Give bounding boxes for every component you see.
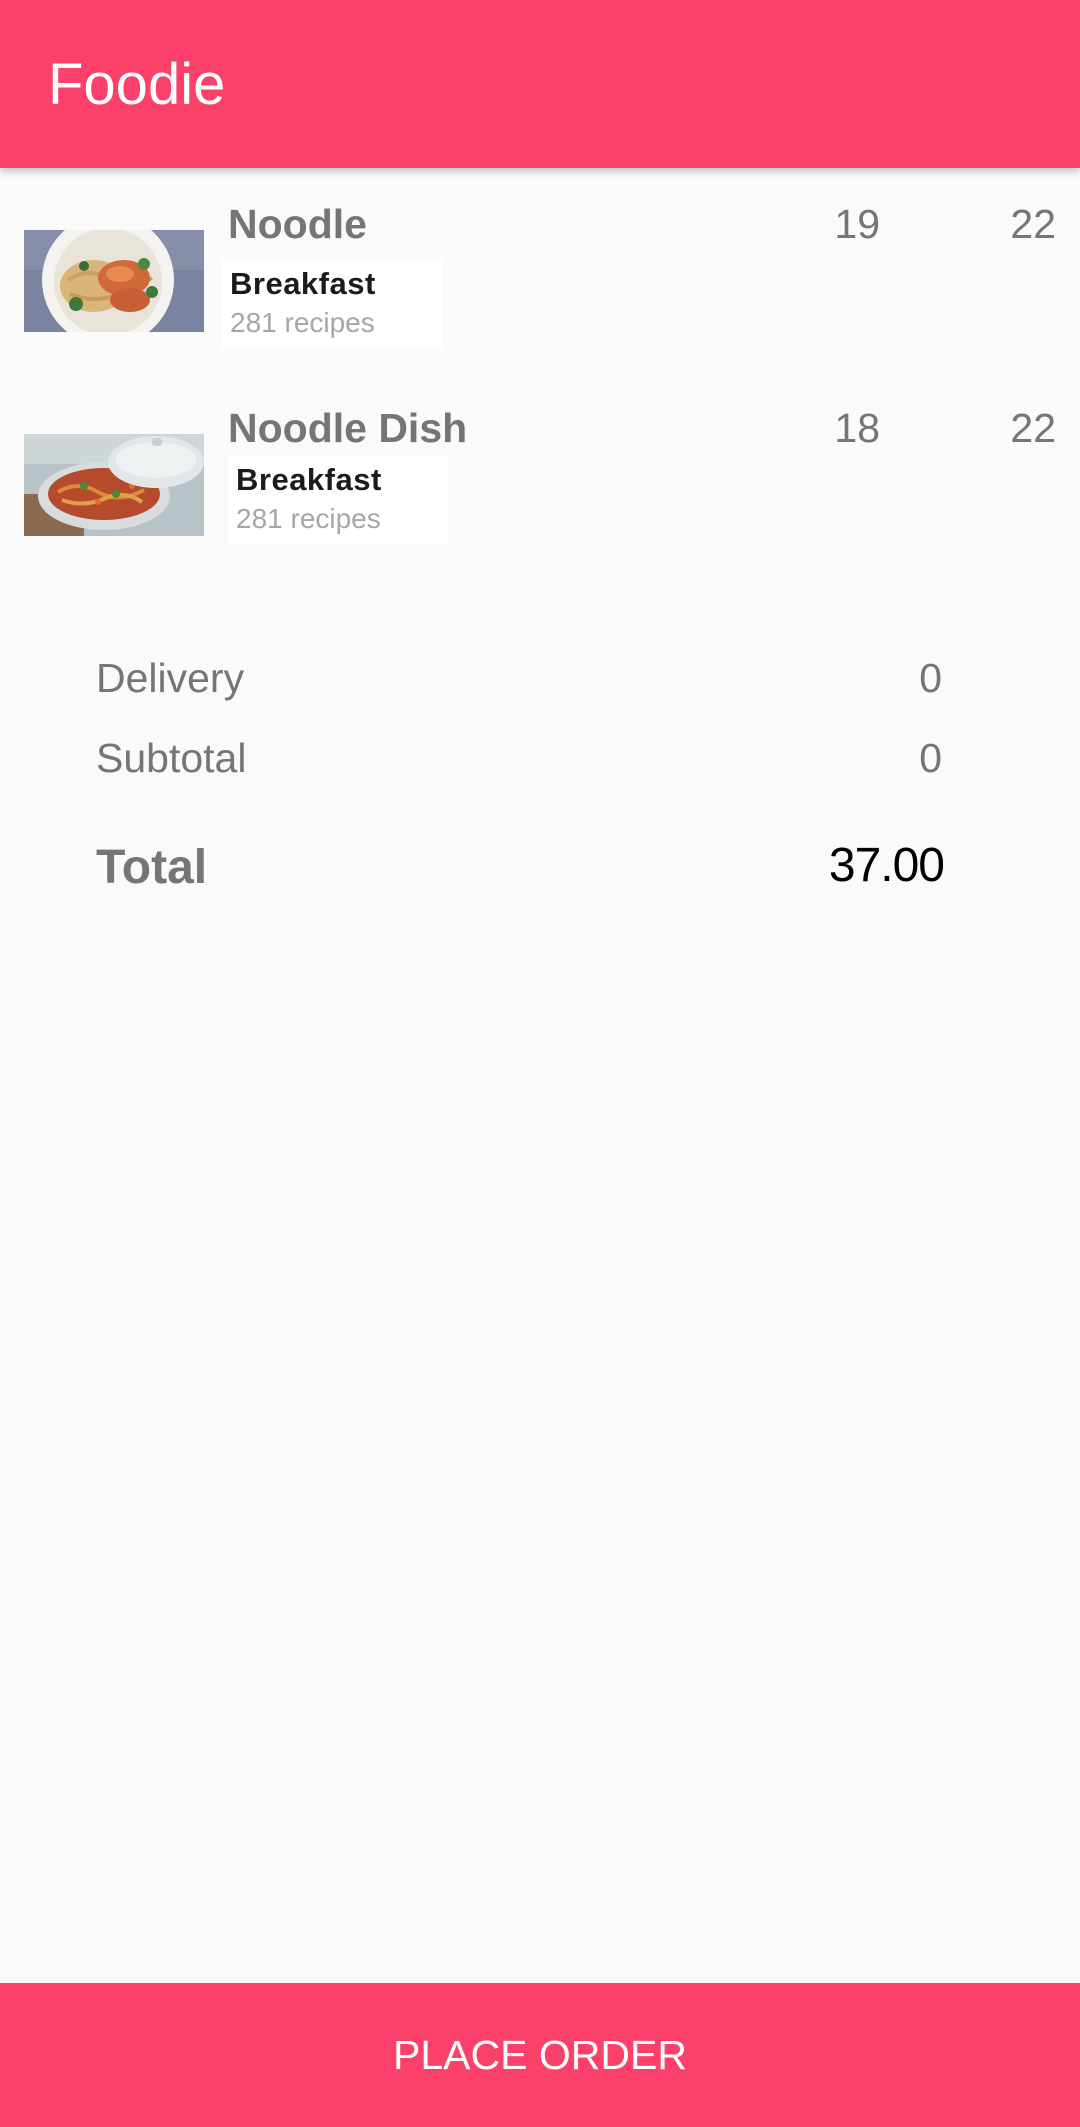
category-card: Breakfast 281 recipes: [228, 456, 448, 544]
subtotal-value: 0: [919, 735, 942, 781]
delivery-value: 0: [919, 655, 942, 701]
category-card: Breakfast 281 recipes: [222, 260, 442, 348]
item-name: Noodle Dish: [228, 405, 468, 451]
item-name: Noodle: [228, 201, 367, 247]
category-label: Breakfast: [230, 266, 376, 301]
total-label: Total: [96, 841, 208, 894]
cart-item[interactable]: Noodle Dish 18 22 Breakfast 281 recipes: [0, 394, 1080, 594]
subtotal-label: Subtotal: [96, 735, 247, 781]
item-quantity: 18: [834, 405, 880, 451]
item-quantity: 19: [834, 201, 880, 247]
category-label: Breakfast: [236, 462, 382, 497]
cart-item[interactable]: Noodle 19 22 Breakfast 281 recipes: [0, 190, 1080, 390]
app-bar: Foodie: [0, 0, 1080, 168]
recipe-count: 281 recipes: [230, 307, 375, 338]
food-image: [24, 230, 204, 332]
app-title: Foodie: [48, 52, 226, 117]
item-price: 22: [1010, 405, 1056, 451]
place-order-button[interactable]: PLACE ORDER: [0, 1983, 1080, 2127]
recipe-count: 281 recipes: [236, 503, 381, 534]
food-image: [24, 434, 204, 536]
delivery-label: Delivery: [96, 655, 245, 701]
total-value: 37.00: [828, 839, 945, 892]
item-price: 22: [1010, 201, 1056, 247]
